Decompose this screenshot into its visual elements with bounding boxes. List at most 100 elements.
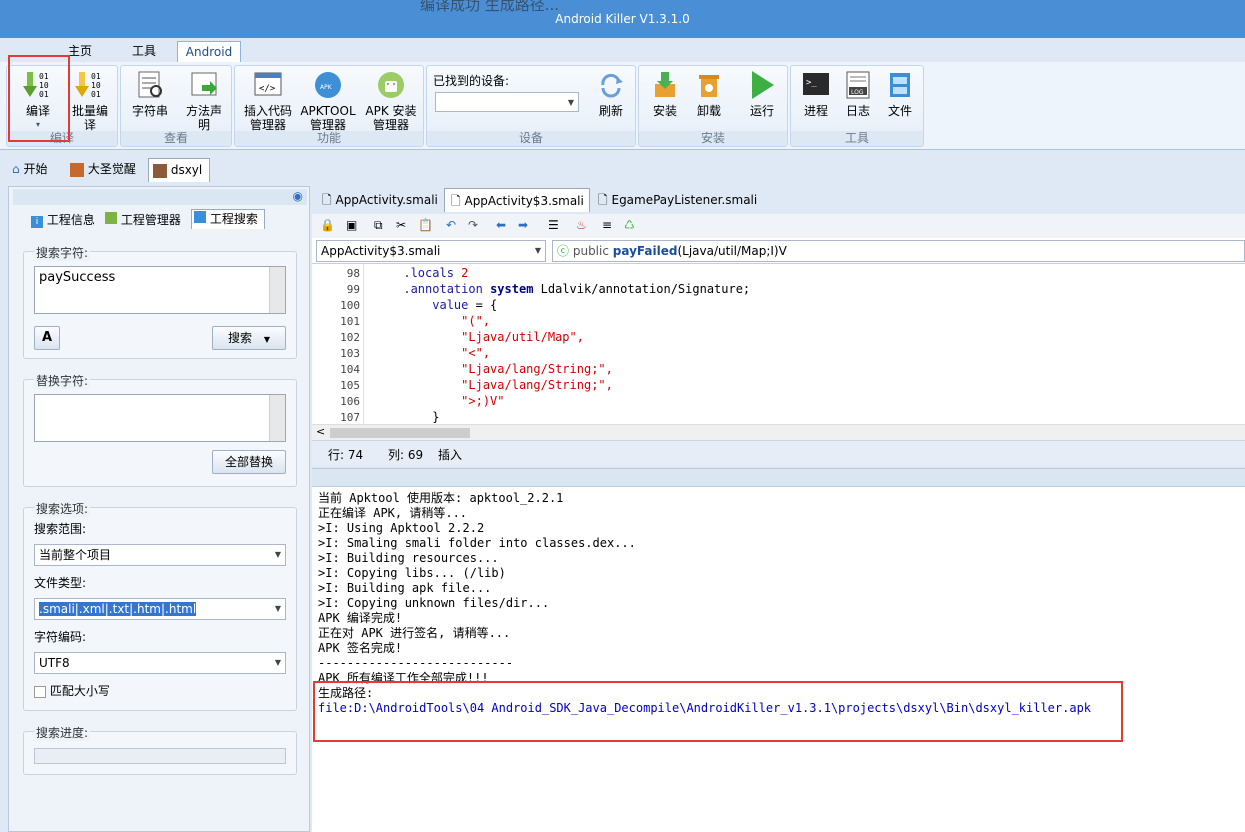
code-line: 100 value = { — [312, 297, 497, 313]
batch-compile-button[interactable]: 01 10 01 批量编 译 — [65, 70, 115, 132]
install-icon — [649, 70, 681, 100]
code-line: 99 .annotation system Ldalvik/annotation… — [312, 281, 750, 297]
scroll-left-icon[interactable]: < — [316, 425, 325, 438]
console-line: APK 编译完成! — [318, 611, 403, 625]
insert-code-icon: </> — [252, 70, 284, 100]
uninstall-button[interactable]: 卸载 — [687, 70, 731, 132]
editor-tab-2[interactable]: 🗋 AppActivity$3.smali — [444, 188, 590, 212]
search-input-scrollbar[interactable] — [269, 267, 285, 313]
replace-all-button[interactable]: 全部替换 — [212, 450, 286, 474]
line-number: 103 — [340, 347, 360, 360]
search-progress-bar — [34, 748, 286, 764]
search-scope-select[interactable]: 当前整个项目 ▼ — [34, 544, 286, 566]
class-select[interactable]: AppActivity$3.smali ▼ — [316, 240, 546, 262]
file-icon: 🗋 — [322, 193, 332, 207]
install-button[interactable]: 安装 — [643, 70, 687, 132]
copy-icon[interactable]: ⧉ — [374, 218, 383, 233]
play-icon — [746, 70, 778, 100]
run-button[interactable]: 运行 — [739, 70, 785, 132]
encoding-select[interactable]: UTF8 ▼ — [34, 652, 286, 674]
method-signature: (Ljava/util/Map;I)V — [677, 244, 787, 258]
eye-icon[interactable]: ◉ — [293, 189, 303, 203]
status-row: 行: 74 — [328, 448, 364, 462]
method-name: payFailed — [612, 244, 678, 258]
method-select[interactable]: ⓒ public payFailed(Ljava/util/Map;I)V — [552, 240, 1245, 262]
search-input[interactable]: paySuccess — [34, 266, 286, 314]
doc-tab-project-2[interactable]: dsxyl — [148, 158, 210, 182]
editor-toolbar: 🔒 ▣ ⧉ ✂ 📋 ↶ ↷ ⬅ ➡ ☰ ♨ ≡ ♺ — [312, 214, 1245, 240]
replace-input-scrollbar[interactable] — [269, 395, 285, 441]
search-string-label: 搜索字符: — [34, 244, 91, 261]
undo-icon[interactable]: ↶ — [446, 218, 456, 232]
file-button[interactable]: 文件 — [879, 70, 921, 132]
uninstall-label: 卸载 — [696, 104, 721, 118]
refresh-label: 刷新 — [598, 104, 623, 118]
search-button[interactable]: 搜索 ▼ — [212, 326, 286, 350]
process-button[interactable]: >_ 进程 — [795, 70, 837, 132]
method-prefix: public — [572, 244, 613, 258]
redo-icon[interactable]: ↷ — [468, 218, 478, 232]
apktool-icon: APK — [312, 70, 344, 100]
chevron-down-icon[interactable]: ▼ — [264, 335, 270, 344]
group-install-label: 安装 — [639, 131, 787, 146]
device-select[interactable]: ▼ — [435, 92, 579, 112]
tab-tools[interactable]: 工具 — [120, 41, 168, 62]
arrow-right-icon[interactable]: ➡ — [518, 218, 528, 232]
batch-compile-label-2: 译 — [83, 118, 96, 132]
chevron-down-icon: ▼ — [274, 550, 281, 559]
editor-tab-1[interactable]: 🗋 AppActivity.smali — [316, 188, 442, 212]
device-label: 已找到的设备: — [433, 74, 510, 88]
status-column: 列: 69 — [388, 448, 424, 462]
font-options-button[interactable]: A — [34, 326, 60, 350]
apk-install-label-1: APK 安装 — [365, 104, 417, 118]
tab-android[interactable]: Android — [177, 41, 241, 62]
code-string: ">;)V" — [461, 394, 505, 408]
insert-code-button[interactable]: </> 插入代码 管理器 — [239, 70, 297, 132]
output-highlight-box — [313, 681, 1123, 742]
line-number: 104 — [340, 363, 360, 376]
apktool-manager-button[interactable]: APK APKTOOL 管理器 — [299, 70, 357, 132]
console-line: >I: Copying unknown files/dir... — [318, 596, 550, 610]
apk-install-manager-button[interactable]: APK 安装 管理器 — [361, 70, 421, 132]
lock-icon[interactable]: 🔒 — [320, 218, 335, 232]
replace-input[interactable] — [34, 394, 286, 442]
scrollbar-thumb[interactable] — [330, 428, 470, 438]
tab-project-info[interactable]: i 工程信息 — [31, 211, 107, 229]
log-button[interactable]: LOG 日志 — [837, 70, 879, 132]
match-case-checkbox[interactable]: 匹配大小写 — [34, 682, 234, 698]
horizontal-scrollbar[interactable]: < — [312, 424, 1245, 440]
list-icon[interactable]: ≡ — [602, 218, 612, 232]
editor-tab-3[interactable]: 🗋 EgamePayListener.smali — [592, 188, 762, 212]
format-icon[interactable]: ☰ — [548, 218, 559, 232]
method-decl-button[interactable]: 方法声 明 — [179, 70, 229, 132]
cut-icon[interactable]: ✂ — [396, 218, 406, 232]
strings-button[interactable]: 字符串 — [125, 70, 175, 132]
line-number: 105 — [340, 379, 360, 392]
chevron-down-icon: ▼ — [534, 246, 541, 255]
refresh-button[interactable]: 刷新 — [589, 70, 633, 132]
recycle-icon[interactable]: ♺ — [624, 218, 635, 232]
paste-icon[interactable]: 📋 — [418, 218, 433, 232]
arrow-left-icon[interactable]: ⬅ — [496, 218, 506, 232]
tab-project-search-label: 工程搜索 — [209, 212, 258, 226]
line-number: 102 — [340, 331, 360, 344]
code-line: 98 .locals 2 — [312, 265, 469, 281]
line-number: 101 — [340, 315, 360, 328]
code-editor[interactable]: 98 .locals 2 99 .annotation system Ldalvi… — [312, 264, 1245, 424]
java-icon[interactable]: ♨ — [576, 218, 587, 232]
file-type-select[interactable]: .smali|.xml|.txt|.htm|.html ▼ — [34, 598, 286, 620]
svg-text:LOG: LOG — [851, 89, 864, 96]
output-console: 当前 Apktool 使用版本: apktool_2.2.1 正在编译 APK, … — [312, 468, 1245, 832]
code-string: "<", — [461, 346, 491, 360]
title-bar: 编译成功 生成路径... Android Killer V1.3.1.0 — [0, 0, 1245, 38]
save-icon[interactable]: ▣ — [346, 218, 357, 232]
doc-tab-start[interactable]: ⌂ 开始 — [8, 158, 64, 182]
doc-tab-project-1[interactable]: 大圣觉醒 — [66, 158, 146, 182]
document-tabs: ⌂ 开始 大圣觉醒 dsxyl — [0, 156, 1245, 184]
tab-project-manager[interactable]: 工程管理器 — [105, 211, 191, 229]
tab-project-search[interactable]: 工程搜索 — [191, 209, 265, 229]
line-number: 98 — [346, 267, 360, 280]
window-title: Android Killer V1.3.1.0 — [555, 12, 690, 26]
